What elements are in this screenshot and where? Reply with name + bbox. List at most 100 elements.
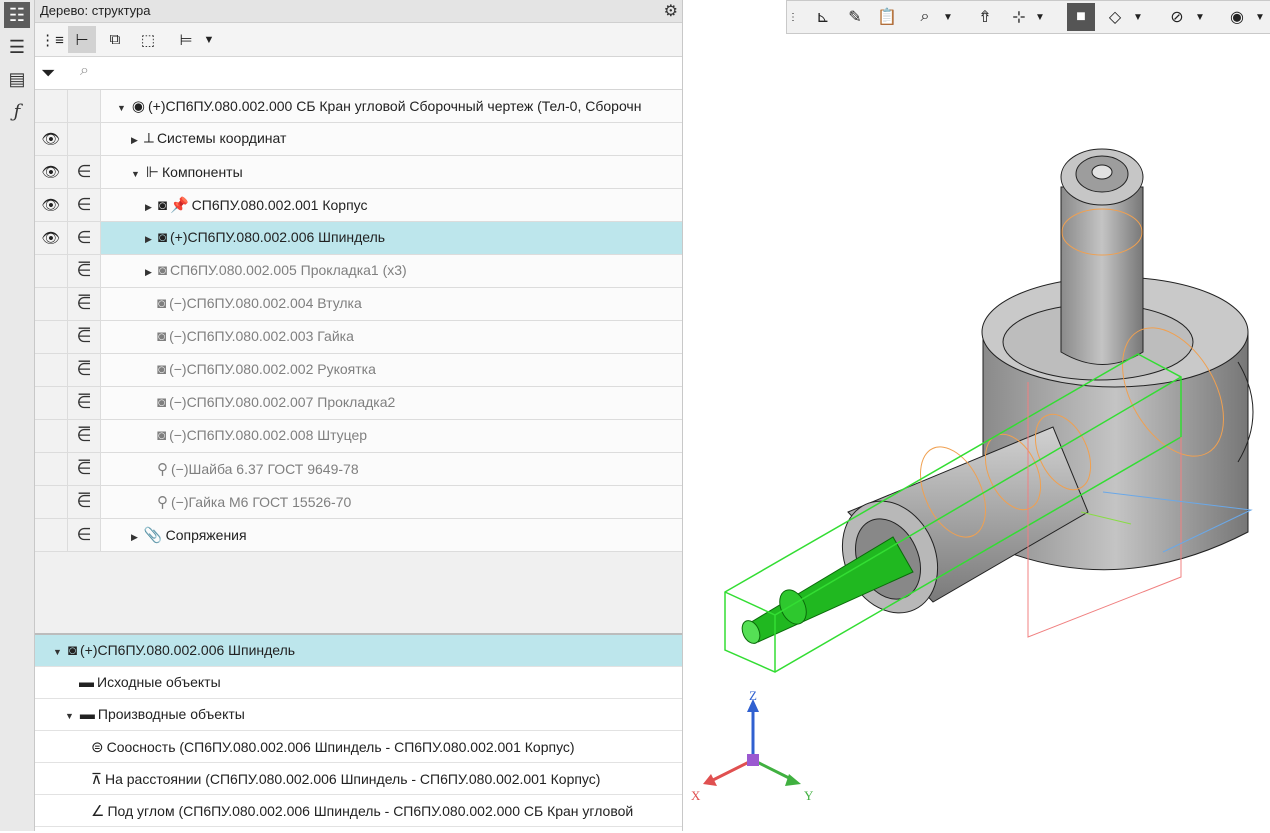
excluded-icon[interactable]: ⋶	[68, 321, 101, 353]
expand-arrow-icon[interactable]: ▼	[117, 103, 126, 113]
tree-row-coordinate-systems[interactable]: 👁 ▶ ⟂ Системы координат	[35, 123, 682, 156]
tree-view-icon[interactable]: ☷	[4, 2, 30, 28]
relation-label: Производные объекты	[97, 706, 245, 722]
tree-row-korpus[interactable]: 👁 ∈ ▶ ◙ 📌 СП6ПУ.080.002.001 Корпус	[35, 189, 682, 222]
chevron-down-icon[interactable]: ▼	[1193, 3, 1207, 31]
zoom-icon[interactable]: ⌕	[911, 3, 939, 31]
derived-objects-row[interactable]: ▼ ▬ Производные объекты	[35, 699, 682, 731]
tree-row-gaika-m6[interactable]: ⋶ ⚲ (−)Гайка М6 ГОСТ 15526-70	[35, 486, 682, 519]
tree-label: Сопряжения	[165, 527, 247, 543]
expand-arrow-icon[interactable]: ▶	[145, 234, 152, 244]
chevron-down-icon[interactable]: ▼	[200, 26, 218, 53]
visibility-icon[interactable]: ◉	[1223, 3, 1251, 31]
shaded-view-icon[interactable]: ■	[1067, 3, 1095, 31]
expand-arrow-icon[interactable]: ▼	[65, 711, 74, 721]
excluded-icon[interactable]: ⋶	[68, 387, 101, 419]
components-icon: ⊩	[145, 164, 159, 181]
filter-icon[interactable]: ⏷	[41, 63, 55, 84]
wireframe-view-icon[interactable]: ◇	[1101, 3, 1129, 31]
excluded-icon[interactable]: ⋶	[68, 354, 101, 386]
tree-filter-options-icon[interactable]: ⊨	[172, 26, 200, 53]
tree-selection-icon[interactable]: ⬚	[134, 26, 162, 53]
eye-icon[interactable]: 👁	[35, 189, 68, 221]
eye-icon[interactable]: 👁	[35, 123, 68, 155]
coaxial-mate-icon: ⊜	[91, 739, 104, 756]
sketch-plane-icon[interactable]: ⊾	[809, 3, 837, 31]
part-icon: ◙	[157, 394, 167, 411]
hide-icon[interactable]: ⊘	[1163, 3, 1191, 31]
pin-icon: 📌	[169, 197, 189, 214]
tree-row-components[interactable]: 👁 ∈ ▼ ⊩ Компоненты	[35, 156, 682, 189]
tube-part[interactable]	[825, 426, 1089, 629]
tree-row-gaika[interactable]: ⋶ ◙ (−)СП6ПУ.080.002.003 Гайка	[35, 321, 682, 354]
properties-icon[interactable]: ▤	[4, 66, 30, 92]
relation-root-row[interactable]: ▼ ◙ (+)СП6ПУ.080.002.006 Шпиндель	[35, 635, 682, 667]
tree-row-prokladka2[interactable]: ⋶ ◙ (−)СП6ПУ.080.002.007 Прокладка2	[35, 387, 682, 420]
tree-label: (+)СП6ПУ.080.002.006 Шпиндель	[169, 229, 386, 245]
orientation-icon[interactable]: ⊹	[1005, 3, 1033, 31]
tree-parts-icon[interactable]: ⧉	[101, 26, 129, 53]
excluded-icon[interactable]: ⋶	[68, 288, 101, 320]
expand-arrow-icon[interactable]: ▶	[145, 202, 152, 212]
excluded-icon[interactable]: ⋶	[68, 453, 101, 485]
part-icon: ◙	[157, 361, 167, 378]
clipboard-icon[interactable]: 📋	[873, 3, 901, 31]
tree-label: Системы координат	[156, 130, 287, 146]
excluded-icon[interactable]: ⋶	[68, 486, 101, 518]
relation-label: (+)СП6ПУ.080.002.006 Шпиндель	[79, 642, 296, 658]
gear-icon[interactable]: ⚙	[664, 1, 678, 21]
tree-row-shaiba[interactable]: ⋶ ⚲ (−)Шайба 6.37 ГОСТ 9649-78	[35, 453, 682, 486]
expand-arrow-icon[interactable]: ▶	[131, 135, 138, 145]
include-icon[interactable]: ∈	[68, 222, 101, 254]
tree-row-vtulka[interactable]: ⋶ ◙ (−)СП6ПУ.080.002.004 Втулка	[35, 288, 682, 321]
search-icon[interactable]: ⌕	[80, 62, 89, 80]
menu-icon[interactable]: ☰	[4, 34, 30, 60]
edit-sketch-icon[interactable]: ✎	[841, 3, 869, 31]
expand-arrow-icon[interactable]: ▶	[131, 532, 138, 542]
expand-arrow-icon[interactable]: ▶	[145, 267, 152, 277]
relation-label: Под углом (СП6ПУ.080.002.006 Шпиндель - …	[107, 803, 634, 819]
source-objects-row[interactable]: ▬ Исходные объекты	[35, 667, 682, 699]
chevron-down-icon[interactable]: ▼	[1033, 3, 1047, 31]
tree-structure-icon[interactable]: ⊢	[68, 26, 96, 53]
mate-row-distance[interactable]: ⊼ На расстоянии (СП6ПУ.080.002.006 Шпинде…	[35, 763, 682, 795]
mates-icon: 📎	[143, 527, 163, 544]
tree-row-shtutser[interactable]: ⋶ ◙ (−)СП6ПУ.080.002.008 Штуцер	[35, 420, 682, 453]
tree-row-prokladka1[interactable]: ⋶ ▶ ◙ СП6ПУ.080.002.005 Прокладка1 (x3)	[35, 255, 682, 288]
mate-row-angle[interactable]: ∠ Под углом (СП6ПУ.080.002.006 Шпиндель -…	[35, 795, 682, 827]
tree-row-mates[interactable]: ∈ ▶ 📎 Сопряжения	[35, 519, 682, 552]
toolbar-grip-icon[interactable]: ⋮	[787, 3, 799, 31]
include-icon[interactable]: ∈	[68, 156, 101, 188]
chevron-down-icon[interactable]: ▼	[1253, 3, 1267, 31]
panel-title-bar: Дерево: структура ⚙	[35, 0, 682, 23]
distance-mate-icon: ⊼	[91, 771, 102, 788]
mate-row-coaxial[interactable]: ⊜ Соосность (СП6ПУ.080.002.006 Шпиндель -…	[35, 731, 682, 763]
axis-triad: Z X Y	[691, 688, 814, 803]
excluded-icon[interactable]: ⋶	[68, 420, 101, 452]
folder-icon: ▬	[79, 706, 95, 723]
tree-by-order-icon[interactable]: ⋮≡	[38, 26, 66, 53]
tree-filter-bar: ⏷ ⌕	[35, 57, 682, 90]
tree-row-rukoyatka[interactable]: ⋶ ◙ (−)СП6ПУ.080.002.002 Рукоятка	[35, 354, 682, 387]
include-icon[interactable]: ∈	[68, 519, 101, 551]
normal-view-icon[interactable]: ⇮	[971, 3, 999, 31]
tree-label: (−)СП6ПУ.080.002.002 Рукоятка	[169, 361, 376, 377]
eye-icon[interactable]: 👁	[35, 156, 68, 188]
axis-x-label: X	[691, 788, 701, 803]
tree-row-shpindel[interactable]: 👁 ∈ ▶ ◙ (+)СП6ПУ.080.002.006 Шпиндель	[35, 222, 682, 255]
excluded-icon[interactable]: ⋶	[68, 255, 101, 287]
expand-arrow-icon[interactable]: ▼	[131, 169, 140, 179]
part-icon: ◙	[67, 642, 77, 659]
tree-label: СП6ПУ.080.002.005 Прокладка1 (x3)	[169, 262, 407, 278]
axis-y-label: Y	[804, 788, 814, 803]
chevron-down-icon[interactable]: ▼	[1131, 3, 1145, 31]
variables-fx-icon[interactable]: ƒ	[4, 98, 30, 124]
tree-row-assembly[interactable]: ▼ ◉ (+)СП6ПУ.080.002.000 СБ Кран угловой С…	[35, 90, 682, 123]
eye-icon[interactable]: 👁	[35, 222, 68, 254]
include-icon[interactable]: ∈	[68, 189, 101, 221]
expand-arrow-icon[interactable]: ▼	[53, 647, 62, 657]
left-icon-strip: ☷ ☰ ▤ ƒ	[0, 0, 35, 831]
axis-z-label: Z	[749, 688, 757, 703]
part-icon: ◙	[157, 427, 167, 444]
chevron-down-icon[interactable]: ▼	[941, 3, 955, 31]
